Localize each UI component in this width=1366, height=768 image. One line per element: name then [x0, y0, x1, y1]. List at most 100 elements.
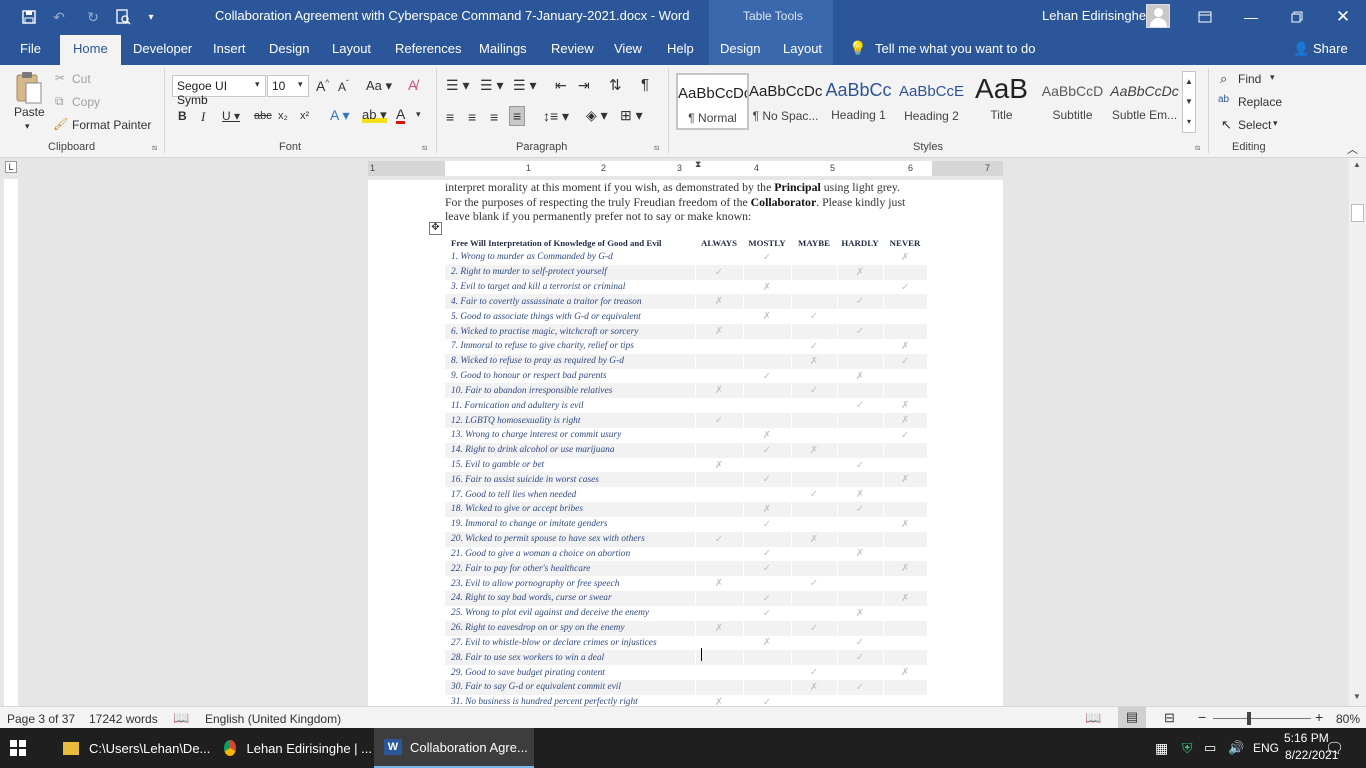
answer-cell[interactable] — [694, 635, 743, 651]
table-row[interactable]: 21. Good to give a woman a choice on abo… — [445, 546, 927, 562]
answer-cell[interactable]: ✗ — [742, 309, 791, 325]
answer-cell[interactable]: ✗ — [694, 620, 743, 636]
replace-icon[interactable]: ab — [1218, 94, 1229, 105]
table-row[interactable]: 10. Fair to abandon irresponsible relati… — [445, 383, 927, 399]
dialog-launcher-icon[interactable]: ⧅ — [422, 143, 427, 153]
answer-cell[interactable]: ✓ — [836, 324, 883, 339]
read-mode-icon[interactable]: 📖 — [1085, 710, 1101, 726]
answer-cell[interactable]: ✓ — [836, 680, 883, 695]
select-icon[interactable]: ↖ — [1221, 117, 1232, 133]
answer-cell[interactable] — [790, 591, 837, 606]
shading-icon[interactable]: ◈ ▾ — [586, 107, 608, 124]
battery-icon[interactable]: ▭ — [1204, 728, 1216, 768]
bullets-icon[interactable]: ☰ ▾ — [446, 77, 469, 94]
answer-cell[interactable] — [742, 294, 791, 310]
format-painter-button[interactable]: Format Painter — [72, 118, 151, 132]
answer-cell[interactable]: ✗ — [694, 383, 743, 399]
chevron-down-icon[interactable]: ▾ — [298, 79, 303, 90]
answer-cell[interactable] — [790, 398, 837, 414]
answer-cell[interactable] — [790, 413, 837, 428]
zoom-slider-thumb[interactable] — [1247, 712, 1251, 725]
answer-cell[interactable] — [742, 680, 791, 695]
answer-cell[interactable]: ✓ — [836, 398, 883, 414]
statement-cell[interactable]: 1. Wrong to murder as Commanded by G-d — [445, 250, 695, 265]
answer-cell[interactable]: ✗ — [882, 413, 927, 428]
tab-selector-icon[interactable]: L — [5, 161, 17, 173]
morality-table[interactable]: Free Will Interpretation of Knowledge of… — [445, 236, 927, 706]
dialog-launcher-icon[interactable]: ⧅ — [1195, 143, 1200, 153]
answer-cell[interactable] — [694, 442, 743, 458]
answer-cell[interactable] — [790, 279, 837, 295]
answer-cell[interactable] — [882, 531, 927, 547]
answer-cell[interactable] — [882, 650, 927, 666]
answer-cell[interactable] — [694, 250, 743, 265]
volume-icon[interactable]: 🔊 — [1228, 728, 1244, 768]
statement-cell[interactable]: 10. Fair to abandon irresponsible relati… — [445, 383, 695, 399]
answer-cell[interactable] — [694, 398, 743, 414]
table-row[interactable]: 11. Fornication and adultery is evil ✓ ✗ — [445, 398, 927, 414]
table-row[interactable]: 25. Wrong to plot evil against and decei… — [445, 605, 927, 621]
answer-cell[interactable] — [882, 324, 927, 339]
avatar[interactable] — [1146, 4, 1170, 28]
bold-icon[interactable]: B — [178, 109, 187, 123]
answer-cell[interactable]: ✓ — [742, 472, 791, 488]
tab-references[interactable]: References — [395, 41, 461, 56]
horizontal-ruler[interactable]: 1 1 2 3 4 5 6 7 ⧗ — [368, 159, 1003, 176]
answer-cell[interactable]: ✗ — [836, 264, 883, 280]
answer-cell[interactable]: ✓ — [694, 264, 743, 280]
italic-icon[interactable]: I — [201, 109, 205, 125]
zoom-slider[interactable] — [1213, 718, 1311, 719]
align-right-icon[interactable]: ≡ — [490, 109, 498, 125]
answer-cell[interactable] — [694, 472, 743, 488]
dialog-launcher-icon[interactable]: ⧅ — [654, 143, 659, 153]
answer-cell[interactable]: ✓ — [742, 442, 791, 458]
tab-developer[interactable]: Developer — [133, 41, 192, 56]
chevron-down-icon[interactable]: ▾ — [416, 109, 421, 120]
answer-cell[interactable] — [790, 264, 837, 280]
answer-cell[interactable] — [790, 561, 837, 577]
windows-start-icon[interactable] — [10, 728, 38, 768]
answer-cell[interactable] — [742, 576, 791, 592]
answer-cell[interactable] — [836, 309, 883, 325]
answer-cell[interactable] — [742, 383, 791, 399]
strikethrough-icon[interactable]: abc — [254, 110, 272, 122]
table-row[interactable]: 19. Immoral to change or imitate genders… — [445, 516, 927, 532]
table-row[interactable]: 31. No business is hundred percent perfe… — [445, 694, 927, 706]
table-row[interactable]: 23. Evil to allow pornography or free sp… — [445, 576, 927, 592]
zoom-out-icon[interactable]: − — [1198, 709, 1206, 725]
answer-cell[interactable] — [790, 694, 837, 706]
statement-cell[interactable]: 11. Fornication and adultery is evil — [445, 398, 695, 413]
paste-icon[interactable] — [14, 71, 46, 107]
tab-file[interactable]: File — [20, 41, 41, 56]
answer-cell[interactable]: ✗ — [742, 427, 791, 443]
statement-cell[interactable]: 25. Wrong to plot evil against and decei… — [445, 606, 695, 621]
minimize-icon[interactable]: — — [1228, 0, 1274, 33]
statement-cell[interactable]: 9. Good to honour or respect bad parents — [445, 369, 695, 384]
answer-cell[interactable] — [836, 353, 883, 369]
answer-cell[interactable]: ✓ — [694, 413, 743, 428]
answer-cell[interactable]: ✓ — [836, 635, 883, 651]
answer-cell[interactable] — [694, 487, 743, 503]
answer-cell[interactable] — [694, 516, 743, 532]
subscript-icon[interactable]: x₂ — [278, 110, 288, 122]
cut-button[interactable]: Cut — [72, 72, 91, 86]
tab-design[interactable]: Design — [269, 41, 309, 56]
style-heading-1[interactable]: AaBbCc Heading 1 — [822, 73, 895, 130]
taskbar-word[interactable]: W Collaboration Agre... — [374, 728, 534, 768]
answer-cell[interactable] — [836, 250, 883, 265]
table-row[interactable]: 18. Wicked to give or accept bribes ✗ ✓ — [445, 502, 927, 517]
share-button[interactable]: Share — [1313, 41, 1348, 56]
answer-cell[interactable] — [790, 472, 837, 488]
answer-cell[interactable]: ✗ — [836, 605, 883, 621]
share-icon[interactable]: 👤 — [1293, 41, 1309, 57]
ribbon-display-options-icon[interactable] — [1182, 0, 1228, 33]
chevron-down-icon[interactable]: ▾ — [1270, 72, 1275, 83]
table-row[interactable]: 20. Wicked to permit spouse to have sex … — [445, 531, 927, 547]
tab-review[interactable]: Review — [551, 41, 594, 56]
answer-cell[interactable]: ✗ — [836, 546, 883, 562]
tab-table-layout[interactable]: Layout — [783, 41, 822, 56]
statement-cell[interactable]: 19. Immoral to change or imitate genders — [445, 517, 695, 532]
tab-view[interactable]: View — [614, 41, 642, 56]
style-no-spacing[interactable]: AaBbCcDc ¶ No Spac... — [749, 73, 822, 130]
statement-cell[interactable]: 27. Evil to whistle-blow or declare crim… — [445, 636, 695, 651]
